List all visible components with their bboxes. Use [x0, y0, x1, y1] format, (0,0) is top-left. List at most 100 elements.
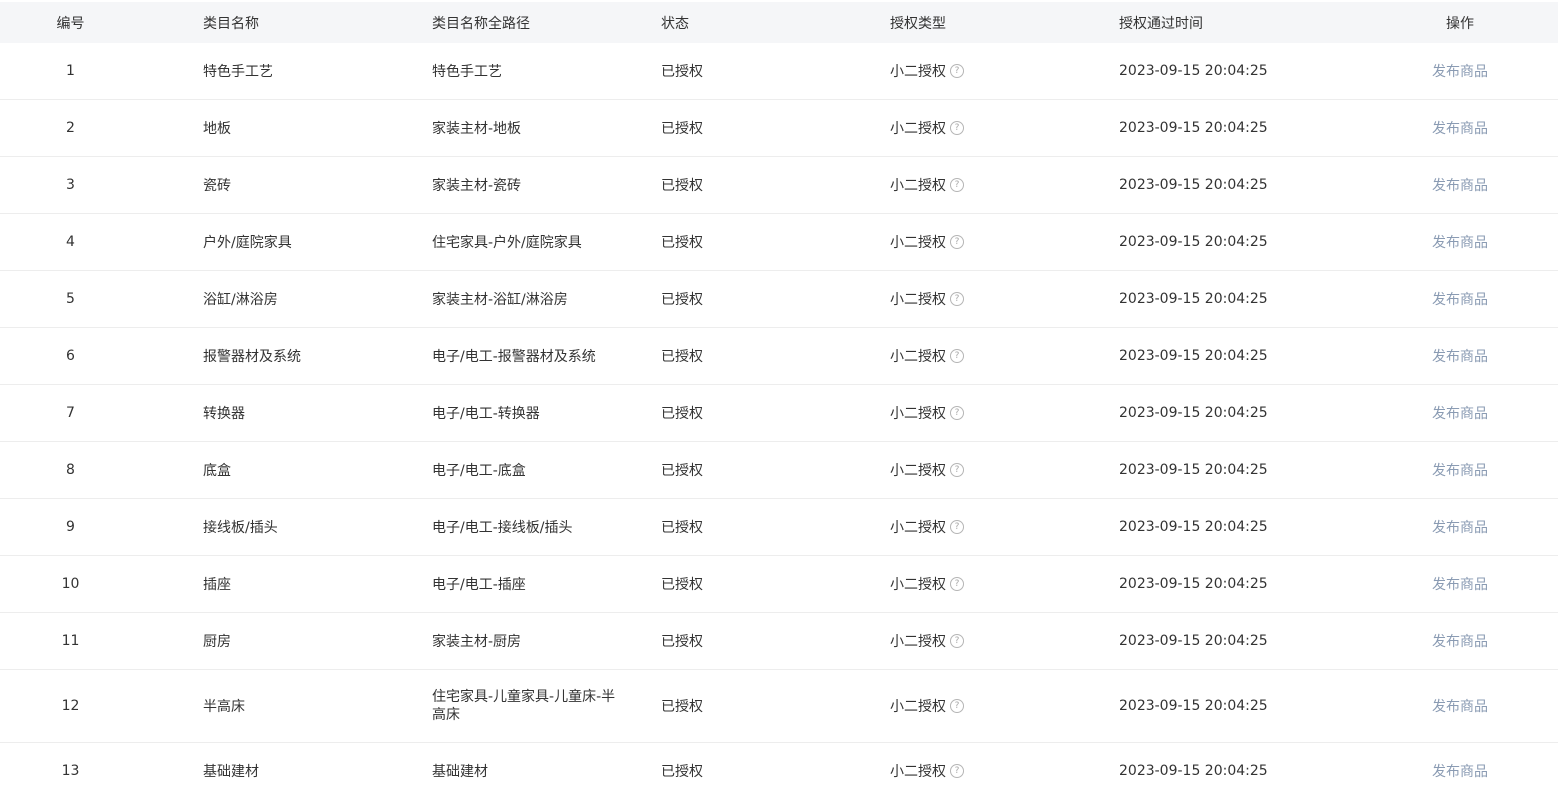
row-category-path: 家装主材-地板 — [432, 121, 522, 137]
publish-product-link[interactable]: 发布商品 — [1432, 175, 1488, 195]
publish-product-link[interactable]: 发布商品 — [1432, 346, 1488, 366]
table-row: 9 接线板/插头 电子/电工-接线板/插头 已授权 小二授权? 2023-09-15 20… — [0, 499, 1558, 556]
row-auth-type: 小二授权? — [890, 43, 1090, 99]
row-category-name: 底盒 — [203, 463, 231, 479]
publish-product-link[interactable]: 发布商品 — [1432, 761, 1488, 781]
row-category-name: 接线板/插头 — [203, 520, 278, 536]
row-id: 10 — [61, 576, 80, 592]
header-name: 类目名称 — [203, 15, 259, 32]
row-auth-time: 2023-09-15 20:04:25 — [1119, 633, 1268, 649]
help-icon[interactable]: ? — [950, 292, 964, 306]
publish-product-link[interactable]: 发布商品 — [1432, 696, 1488, 716]
row-id: 6 — [66, 348, 75, 364]
table-row: 10 插座 电子/电工-插座 已授权 小二授权? 2023-09-15 20:04:25 发… — [0, 556, 1558, 613]
auth-type-label: 小二授权 — [890, 235, 946, 251]
help-icon[interactable]: ? — [950, 235, 964, 249]
auth-type-label: 小二授权 — [890, 406, 946, 422]
row-category-path: 住宅家具-户外/庭院家具 — [432, 235, 582, 251]
row-category-path: 电子/电工-接线板/插头 — [432, 520, 573, 536]
row-auth-time: 2023-09-15 20:04:25 — [1119, 698, 1268, 714]
table-row: 2 地板 家装主材-地板 已授权 小二授权? 2023-09-15 20:04:25 发布商… — [0, 100, 1558, 157]
row-status: 已授权 — [661, 577, 703, 593]
auth-type-label: 小二授权 — [890, 64, 946, 80]
row-category-path: 家装主材-厨房 — [432, 634, 522, 650]
header-action: 操作 — [1446, 15, 1474, 32]
row-id: 7 — [66, 405, 75, 421]
auth-type-label: 小二授权 — [890, 349, 946, 365]
row-status: 已授权 — [661, 699, 703, 715]
table-row: 4 户外/庭院家具 住宅家具-户外/庭院家具 已授权 小二授权? 2023-09-15 2… — [0, 214, 1558, 271]
table-row: 8 底盒 电子/电工-底盒 已授权 小二授权? 2023-09-15 20:04:25 发布… — [0, 442, 1558, 499]
row-auth-type: 小二授权? — [890, 271, 1090, 327]
table-row: 6 报警器材及系统 电子/电工-报警器材及系统 已授权 小二授权? 2023-09-15 … — [0, 328, 1558, 385]
help-icon[interactable]: ? — [950, 634, 964, 648]
row-action: 发布商品 — [1410, 328, 1510, 384]
help-icon[interactable]: ? — [950, 349, 964, 363]
row-action: 发布商品 — [1410, 613, 1510, 669]
publish-product-link[interactable]: 发布商品 — [1432, 118, 1488, 138]
auth-type-label: 小二授权 — [890, 699, 946, 715]
row-category-name: 浴缸/淋浴房 — [203, 292, 278, 308]
row-id: 2 — [66, 120, 75, 136]
help-icon[interactable]: ? — [950, 121, 964, 135]
row-id: 4 — [66, 234, 75, 250]
row-action: 发布商品 — [1410, 385, 1510, 441]
row-auth-type: 小二授权? — [890, 214, 1090, 270]
table-row: 12 半高床 住宅家具-儿童家具-儿童床-半高床 已授权 小二授权? 2023-09-15… — [0, 670, 1558, 743]
row-status: 已授权 — [661, 292, 703, 308]
help-icon[interactable]: ? — [950, 520, 964, 534]
row-auth-type: 小二授权? — [890, 100, 1090, 156]
auth-type-label: 小二授权 — [890, 178, 946, 194]
table-row: 3 瓷砖 家装主材-瓷砖 已授权 小二授权? 2023-09-15 20:04:25 发布商… — [0, 157, 1558, 214]
help-icon[interactable]: ? — [950, 406, 964, 420]
row-category-name: 基础建材 — [203, 764, 259, 780]
row-status: 已授权 — [661, 121, 703, 137]
auth-type-label: 小二授权 — [890, 292, 946, 308]
help-icon[interactable]: ? — [950, 577, 964, 591]
row-action: 发布商品 — [1410, 100, 1510, 156]
category-table: 编号 类目名称 类目名称全路径 状态 授权类型 授权通过时间 操作 1 特色手工艺… — [0, 0, 1558, 793]
header-id: 编号 — [56, 15, 85, 32]
row-category-name: 瓷砖 — [203, 178, 231, 194]
table-row: 13 基础建材 基础建材 已授权 小二授权? 2023-09-15 20:04:25 发布商… — [0, 743, 1558, 793]
row-id: 13 — [61, 763, 80, 779]
row-status: 已授权 — [661, 178, 703, 194]
row-status: 已授权 — [661, 235, 703, 251]
row-auth-time: 2023-09-15 20:04:25 — [1119, 405, 1268, 421]
row-category-path: 基础建材 — [432, 764, 488, 780]
help-icon[interactable]: ? — [950, 64, 964, 78]
help-icon[interactable]: ? — [950, 764, 964, 778]
publish-product-link[interactable]: 发布商品 — [1432, 232, 1488, 252]
auth-type-label: 小二授权 — [890, 764, 946, 780]
row-action: 发布商品 — [1410, 442, 1510, 498]
row-action: 发布商品 — [1410, 214, 1510, 270]
auth-type-label: 小二授权 — [890, 121, 946, 137]
row-category-name: 户外/庭院家具 — [203, 235, 292, 251]
row-status: 已授权 — [661, 64, 703, 80]
publish-product-link[interactable]: 发布商品 — [1432, 289, 1488, 309]
publish-product-link[interactable]: 发布商品 — [1432, 403, 1488, 423]
publish-product-link[interactable]: 发布商品 — [1432, 574, 1488, 594]
row-auth-type: 小二授权? — [890, 613, 1090, 669]
row-id: 3 — [66, 177, 75, 193]
row-action: 发布商品 — [1410, 743, 1510, 793]
row-category-name: 地板 — [203, 121, 231, 137]
publish-product-link[interactable]: 发布商品 — [1432, 631, 1488, 651]
help-icon[interactable]: ? — [950, 699, 964, 713]
row-category-path: 特色手工艺 — [432, 64, 502, 80]
row-action: 发布商品 — [1410, 271, 1510, 327]
table-row: 11 厨房 家装主材-厨房 已授权 小二授权? 2023-09-15 20:04:25 发布… — [0, 613, 1558, 670]
auth-type-label: 小二授权 — [890, 463, 946, 479]
publish-product-link[interactable]: 发布商品 — [1432, 61, 1488, 81]
header-path: 类目名称全路径 — [432, 15, 530, 32]
help-icon[interactable]: ? — [950, 178, 964, 192]
publish-product-link[interactable]: 发布商品 — [1432, 517, 1488, 537]
auth-type-label: 小二授权 — [890, 577, 946, 593]
help-icon[interactable]: ? — [950, 463, 964, 477]
row-status: 已授权 — [661, 463, 703, 479]
row-category-path: 电子/电工-插座 — [432, 577, 526, 593]
row-auth-time: 2023-09-15 20:04:25 — [1119, 63, 1268, 79]
publish-product-link[interactable]: 发布商品 — [1432, 460, 1488, 480]
row-category-path: 住宅家具-儿童家具-儿童床-半高床 — [432, 689, 616, 723]
row-auth-time: 2023-09-15 20:04:25 — [1119, 576, 1268, 592]
